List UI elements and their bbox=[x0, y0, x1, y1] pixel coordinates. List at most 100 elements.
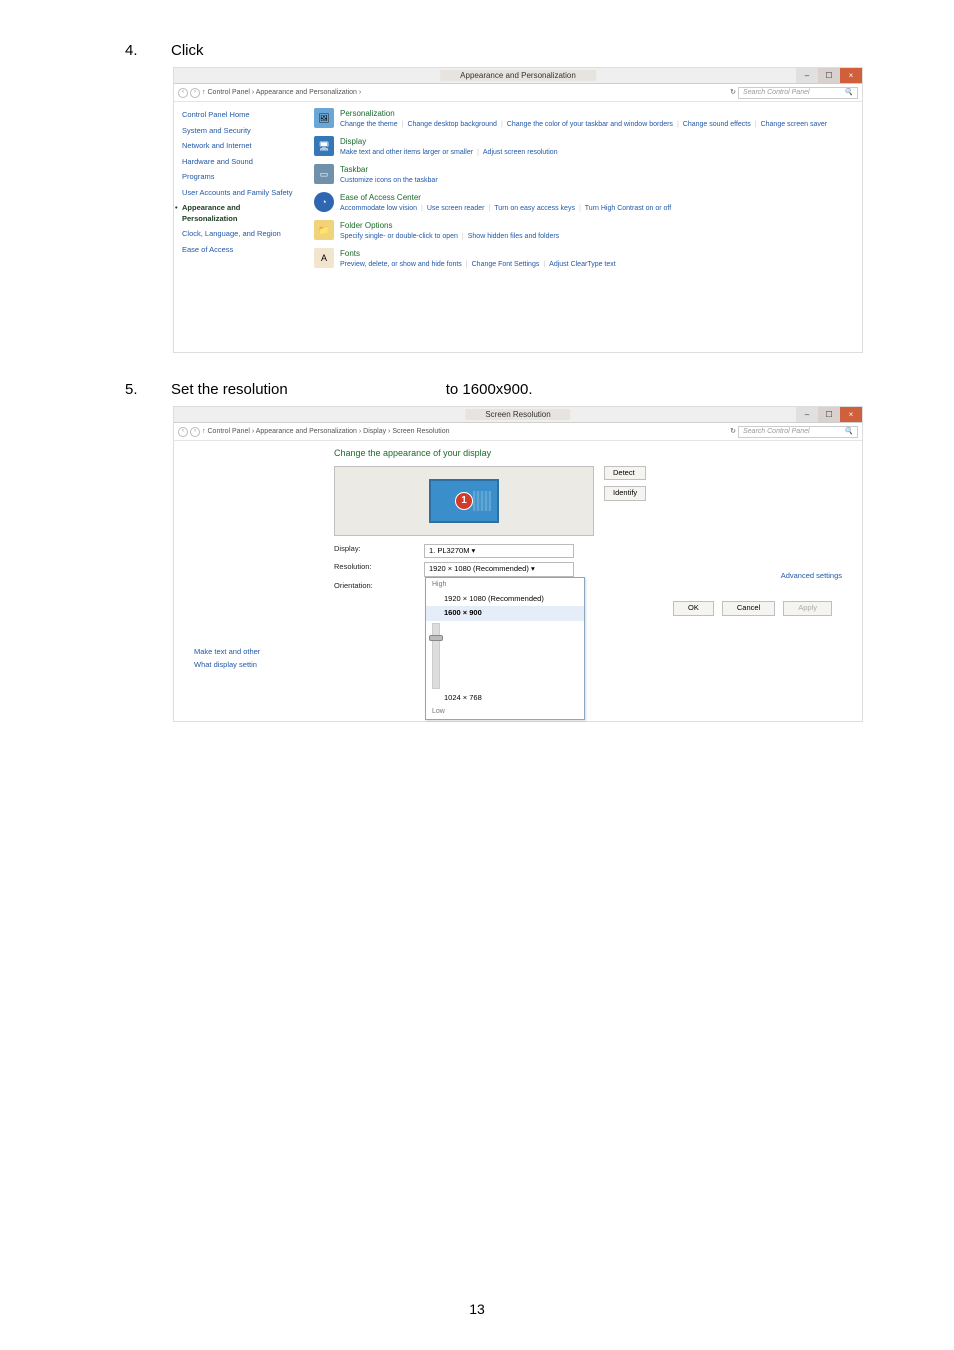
category-link[interactable]: Turn on easy access keys bbox=[494, 204, 575, 214]
up-button[interactable]: ↑ bbox=[202, 427, 206, 437]
category-icon: 📁 bbox=[314, 220, 334, 240]
category-link[interactable]: Change Font Settings bbox=[472, 260, 540, 270]
detect-button[interactable]: Detect bbox=[604, 466, 646, 481]
forward-button[interactable]: › bbox=[190, 427, 200, 437]
monitor-icon: 1 bbox=[429, 479, 499, 523]
screenshot-appearance-personalization: Appearance and Personalization – ☐ × ‹ ›… bbox=[173, 67, 863, 353]
search-input[interactable]: Search Control Panel 🔍 bbox=[738, 87, 858, 99]
separator: | bbox=[579, 204, 581, 214]
category-link[interactable]: Use screen reader bbox=[427, 204, 485, 214]
category-link[interactable]: Adjust screen resolution bbox=[483, 148, 558, 158]
category-link[interactable]: Change screen saver bbox=[761, 120, 828, 130]
back-button[interactable]: ‹ bbox=[178, 427, 188, 437]
sidebar-item-clock[interactable]: Clock, Language, and Region bbox=[182, 229, 296, 240]
window-title: Screen Resolution bbox=[465, 409, 570, 420]
category-link[interactable]: Accommodate low vision bbox=[340, 204, 417, 214]
separator: | bbox=[477, 148, 479, 158]
category-link[interactable]: Change desktop background bbox=[407, 120, 497, 130]
category-links: Accommodate low vision|Use screen reader… bbox=[340, 204, 671, 214]
search-placeholder: Search Control Panel bbox=[743, 88, 810, 98]
drop-option-1024x768[interactable]: 1024 × 768 bbox=[426, 691, 584, 706]
category-title[interactable]: Taskbar bbox=[340, 164, 438, 175]
up-button[interactable]: ↑ bbox=[202, 88, 206, 98]
back-button[interactable]: ‹ bbox=[178, 88, 188, 98]
category-link[interactable]: Change sound effects bbox=[683, 120, 751, 130]
sidebar-item-ease[interactable]: Ease of Access bbox=[182, 245, 296, 256]
minimize-button[interactable]: – bbox=[796, 407, 818, 422]
category-link[interactable]: Show hidden files and folders bbox=[468, 232, 559, 242]
category-title[interactable]: Ease of Access Center bbox=[340, 192, 671, 203]
category-link[interactable]: Preview, delete, or show and hide fonts bbox=[340, 260, 462, 270]
window-buttons: – ☐ × bbox=[796, 68, 862, 83]
category-group: A FontsPreview, delete, or show and hide … bbox=[314, 248, 852, 270]
category-link[interactable]: Customize icons on the taskbar bbox=[340, 176, 438, 186]
category-links: Preview, delete, or show and hide fonts|… bbox=[340, 260, 616, 270]
resolution-select[interactable]: 1920 × 1080 (Recommended) ▾ High 1920 × … bbox=[424, 562, 574, 577]
sidebar-item-network[interactable]: Network and Internet bbox=[182, 141, 296, 152]
category-group: ◔ Ease of Access CenterAccommodate low vi… bbox=[314, 192, 852, 214]
search-input[interactable]: Search Control Panel 🔍 bbox=[738, 426, 858, 438]
identify-button[interactable]: Identify bbox=[604, 486, 646, 501]
close-button[interactable]: × bbox=[840, 68, 862, 83]
close-button[interactable]: × bbox=[840, 407, 862, 422]
category-link[interactable]: Specify single- or double-click to open bbox=[340, 232, 458, 242]
window-titlebar: Screen Resolution – ☐ × bbox=[174, 407, 862, 423]
separator: | bbox=[402, 120, 404, 130]
step-number: 4. bbox=[125, 40, 147, 61]
breadcrumb[interactable]: Control Panel › Appearance and Personali… bbox=[208, 427, 450, 437]
category-title[interactable]: Display bbox=[340, 136, 558, 147]
category-link[interactable]: Make text and other items larger or smal… bbox=[340, 148, 473, 158]
separator: | bbox=[421, 204, 423, 214]
link-make-text[interactable]: Make text and other bbox=[194, 647, 314, 658]
sidebar-item-system[interactable]: System and Security bbox=[182, 126, 296, 137]
main-panel: Change the appearance of your display 1 … bbox=[174, 441, 862, 721]
drop-option-1600x900[interactable]: 1600 × 900 bbox=[426, 606, 584, 621]
category-icon: 🖼 bbox=[314, 108, 334, 128]
separator: | bbox=[488, 204, 490, 214]
monitor-preview[interactable]: 1 bbox=[334, 466, 594, 536]
breadcrumb[interactable]: Control Panel › Appearance and Personali… bbox=[208, 88, 362, 98]
sidebar: Control Panel Home System and Security N… bbox=[174, 102, 304, 352]
refresh-button[interactable]: ↻ bbox=[730, 427, 736, 437]
drop-option-recommended[interactable]: 1920 × 1080 (Recommended) bbox=[426, 592, 584, 607]
minimize-button[interactable]: – bbox=[796, 68, 818, 83]
category-title[interactable]: Folder Options bbox=[340, 220, 559, 231]
category-title[interactable]: Personalization bbox=[340, 108, 827, 119]
ok-button[interactable]: OK bbox=[673, 601, 714, 616]
display-value: 1. PL3270M ▾ bbox=[429, 546, 475, 557]
category-title[interactable]: Fonts bbox=[340, 248, 616, 259]
sidebar-item-programs[interactable]: Programs bbox=[182, 172, 296, 183]
category-icon: ▭ bbox=[314, 164, 334, 184]
sidebar-item-hardware[interactable]: Hardware and Sound bbox=[182, 157, 296, 168]
step-text-suffix: to 1600x900. bbox=[446, 379, 533, 400]
monitor-number-badge: 1 bbox=[455, 492, 473, 510]
sidebar-item-appearance[interactable]: Appearance and Personalization bbox=[182, 203, 296, 224]
display-select[interactable]: 1. PL3270M ▾ bbox=[424, 544, 574, 559]
apply-button[interactable]: Apply bbox=[783, 601, 832, 616]
maximize-button[interactable]: ☐ bbox=[818, 68, 840, 83]
category-icon: A bbox=[314, 248, 334, 268]
sidebar-item-users[interactable]: User Accounts and Family Safety bbox=[182, 188, 296, 199]
refresh-button[interactable]: ↻ bbox=[730, 88, 736, 98]
resolution-label: Resolution: bbox=[334, 562, 414, 573]
cancel-button[interactable]: Cancel bbox=[722, 601, 775, 616]
sidebar-item-home[interactable]: Control Panel Home bbox=[182, 110, 296, 121]
category-link[interactable]: Change the theme bbox=[340, 120, 398, 130]
resolution-slider[interactable] bbox=[426, 621, 584, 691]
category-link[interactable]: Change the color of your taskbar and win… bbox=[507, 120, 673, 130]
step-4: 4. Click bbox=[125, 40, 864, 61]
category-group: ▭ TaskbarCustomize icons on the taskbar bbox=[314, 164, 852, 186]
link-what-display[interactable]: What display settin bbox=[194, 660, 314, 671]
category-icon: ◔ bbox=[314, 192, 334, 212]
category-link[interactable]: Turn High Contrast on or off bbox=[585, 204, 671, 214]
advanced-settings-link[interactable]: Advanced settings bbox=[781, 571, 842, 582]
main-panel: 🖼PersonalizationChange the theme|Change … bbox=[304, 102, 862, 352]
forward-button[interactable]: › bbox=[190, 88, 200, 98]
separator: | bbox=[462, 232, 464, 242]
category-links: Specify single- or double-click to open |… bbox=[340, 232, 559, 242]
category-link[interactable]: Adjust ClearType text bbox=[549, 260, 616, 270]
step-text-prefix: Set the resolution bbox=[171, 379, 288, 400]
other-links: Make text and other What display settin bbox=[194, 647, 314, 670]
maximize-button[interactable]: ☐ bbox=[818, 407, 840, 422]
step-5: 5. Set the resolution to 1600x900. bbox=[125, 379, 864, 400]
